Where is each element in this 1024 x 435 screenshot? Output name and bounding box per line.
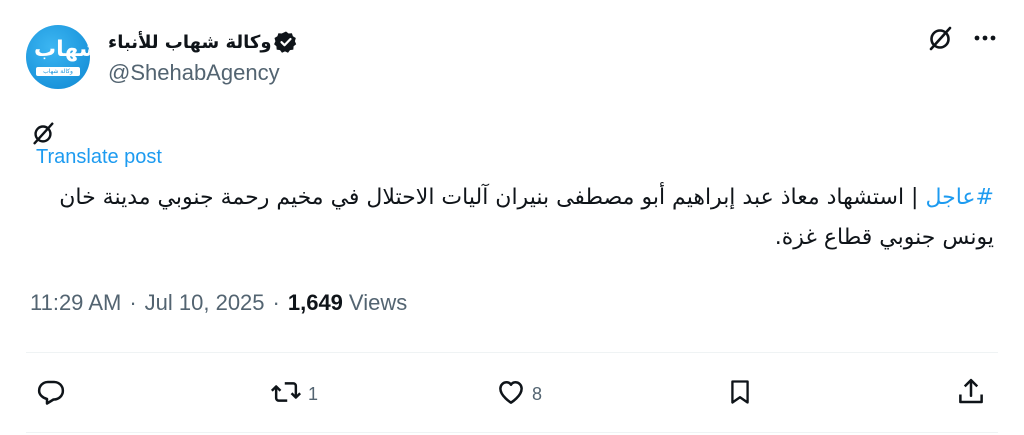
reply-button[interactable] (36, 370, 72, 418)
header-actions (926, 24, 998, 52)
author-display-name[interactable]: وكالة شهاب للأنباء (108, 32, 272, 53)
like-icon (496, 377, 526, 412)
bookmark-icon (726, 377, 754, 412)
divider (26, 352, 998, 353)
author-handle[interactable]: @ShehabAgency (108, 60, 280, 86)
grok-icon[interactable] (926, 24, 954, 52)
translate-post-link[interactable]: Translate post (36, 146, 162, 169)
bookmark-button[interactable] (726, 370, 754, 418)
grok-icon[interactable] (30, 120, 56, 146)
reply-icon (36, 377, 66, 412)
meta-separator: · (129, 290, 137, 315)
divider (26, 432, 998, 433)
verified-badge-icon (273, 30, 298, 54)
tweet-text: #عاجل | استشهاد معاذ عبد إبراهيم أبو مصط… (32, 178, 994, 258)
meta-separator: · (272, 290, 280, 315)
share-button[interactable] (956, 370, 986, 418)
avatar[interactable]: شهاب وكالة شهاب للأنباء (26, 25, 90, 89)
repost-button[interactable]: 1 (270, 370, 318, 418)
tweet-actions-bar: 1 8 (26, 370, 998, 418)
hashtag-link[interactable]: #عاجل (925, 185, 994, 210)
more-options-icon[interactable] (972, 25, 998, 51)
like-button[interactable]: 8 (496, 370, 542, 418)
repost-count: 1 (308, 383, 319, 404)
tweet-header: شهاب وكالة شهاب للأنباء وكالة شهاب للأنب… (26, 20, 998, 90)
avatar-logo-band: وكالة شهاب للأنباء (36, 67, 80, 76)
tweet-metadata: 11:29 AM · Jul 10, 2025 · 1,649 Views (30, 290, 407, 316)
author-name-row[interactable]: وكالة شهاب للأنباء (108, 28, 300, 56)
share-icon (956, 377, 986, 412)
like-count: 8 (532, 383, 543, 404)
tweet-date[interactable]: Jul 10, 2025 (145, 290, 265, 316)
tweet-body: | استشهاد معاذ عبد إبراهيم أبو مصطفى بني… (59, 185, 994, 250)
repost-icon (270, 377, 302, 412)
avatar-logo-text: شهاب (34, 37, 90, 62)
views-count: 1,649 (287, 290, 343, 315)
tweet-time[interactable]: 11:29 AM (30, 290, 121, 316)
views-label: Views (348, 290, 408, 315)
